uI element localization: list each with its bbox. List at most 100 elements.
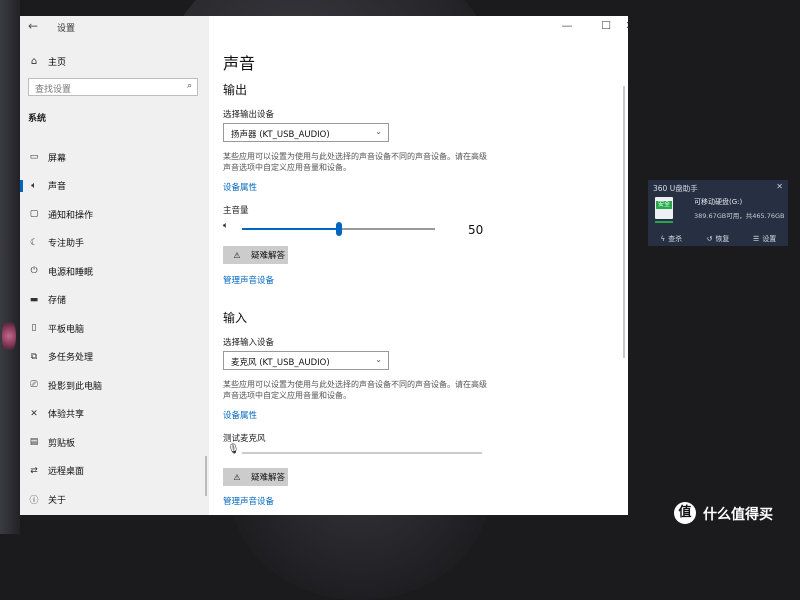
sidebar-item-label: 剪贴板 [48,438,76,449]
sidebar-nav: ▭ 屏幕 🔈︎ 声音 ▢ 通知和操作 ☾ 专注助手 ⏻ 电源和睡眠 ▬ 存储 ▯ 平板电脑 ⧉… [20,143,209,514]
clipboard-icon: ▤ [29,437,39,448]
window-title: 设置 [57,24,76,34]
drive-name: 可移动硬盘(G:) [694,198,743,206]
sidebar-item-label: 投影到此电脑 [48,381,103,392]
action-label: 查杀 [668,235,683,243]
volume-value: 50 [468,223,484,237]
chevron-down-icon: ⌄ [375,355,382,364]
restore-button[interactable]: ↺ 恢复 [695,232,742,246]
input-troubleshoot-button[interactable]: ⚠ 疑难解答 [223,468,288,486]
volume-slider-fill [242,228,339,230]
sidebar-item-projecting[interactable]: ⎚ 投影到此电脑 [20,371,209,400]
home-icon: ⌂ [30,55,38,67]
settings-window: ← 设置 ⌂ 主页 查找设置 ⌕ 系统 ▭ 屏幕 🔈︎ 声音 ▢ 通知和操作 ☾ 专注助… [20,16,628,515]
close-button[interactable]: ✕ [620,19,628,32]
sidebar-item-label: 专注助手 [48,239,85,250]
notification-icon: ▢ [29,209,39,220]
sidebar-item-label: 声音 [48,182,67,193]
input-device-label: 选择输入设备 [223,338,275,348]
sidebar-section-heading: 系统 [28,114,47,124]
info-icon: ⓘ [29,495,39,506]
speaker-icon[interactable]: 🔈︎ [223,221,228,231]
sidebar-item-label: 远程桌面 [48,467,85,478]
sidebar-item-label: 体验共享 [48,410,85,421]
lightning-icon: ϟ [660,235,666,243]
input-device-value: 麦克风 (KT_USB_AUDIO) [231,358,330,368]
input-heading: 输入 [223,311,248,325]
output-device-value: 扬声器 (KT_USB_AUDIO) [231,130,330,140]
settings-button[interactable]: ☰ 设置 [741,232,788,246]
output-manage-devices-link[interactable]: 管理声音设备 [223,274,274,286]
maximize-button[interactable]: ☐ [596,19,616,32]
sidebar-item-clipboard[interactable]: ▤ 剪贴板 [20,428,209,457]
safe-badge: 安全 [656,201,672,209]
tablet-icon: ▯ [31,323,37,334]
sidebar-item-label: 多任务处理 [48,353,94,364]
usb-helper-widget: 360 U盘助手 ✕ 安全 可移动硬盘(G:) 389.67GB可用，共465.… [648,180,788,246]
sidebar-scrollbar[interactable] [205,456,207,496]
remote-desktop-icon: ⇄ [30,465,38,476]
sidebar-item-label: 电源和睡眠 [48,267,94,278]
speaker-icon: 🔈︎ [31,180,37,191]
sidebar-item-label: 通知和操作 [48,210,94,221]
output-troubleshoot-button[interactable]: ⚠ 疑难解答 [223,246,288,264]
search-icon[interactable]: ⌕ [187,81,192,91]
widget-actions: ϟ 查杀 ↺ 恢复 ☰ 设置 [648,232,788,246]
sidebar-item-remote-desktop[interactable]: ⇄ 远程桌面 [20,457,209,486]
sidebar-item-about[interactable]: ⓘ 关于 [20,485,209,514]
drive-usage-bar [655,221,673,223]
microphone-level-meter [242,452,482,454]
main-scrollbar[interactable] [623,86,625,358]
action-label: 设置 [762,235,777,243]
input-device-select[interactable]: 麦克风 (KT_USB_AUDIO) ⌄ [223,351,389,370]
page-title: 声音 [223,54,256,73]
action-label: 恢复 [715,235,730,243]
sidebar-item-label: 关于 [48,495,67,506]
sidebar-item-display[interactable]: ▭ 屏幕 [20,143,209,172]
settings-icon: ☰ [753,235,760,243]
sidebar-item-power[interactable]: ⏻ 电源和睡眠 [20,257,209,286]
output-device-label: 选择输出设备 [223,110,275,120]
output-heading: 输出 [223,83,248,97]
storage-icon: ▬ [29,294,39,305]
shared-experiences-icon: ✕ [30,408,38,419]
watermark-logo: 值 [674,502,696,524]
volume-slider-thumb[interactable] [335,222,342,236]
back-arrow-icon[interactable]: ← [28,19,38,33]
sidebar-item-storage[interactable]: ▬ 存储 [20,286,209,315]
sidebar-item-tablet[interactable]: ▯ 平板电脑 [20,314,209,343]
output-description: 某些应用可以设置为使用与此处选择的声音设备不同的声音设备。请在高级声音选项中自定… [223,152,487,172]
settings-sidebar: ← 设置 ⌂ 主页 查找设置 ⌕ 系统 ▭ 屏幕 🔈︎ 声音 ▢ 通知和操作 ☾ 专注助… [20,16,209,515]
chevron-down-icon: ⌄ [375,127,382,136]
input-description: 某些应用可以设置为使用与此处选择的声音设备不同的声音设备。请在高级声音选项中自定… [223,380,487,400]
warning-icon: ⚠ [233,472,241,482]
search-input[interactable]: 查找设置 ⌕ [28,78,198,96]
minimize-button[interactable]: — [557,19,577,32]
close-icon[interactable]: ✕ [776,182,783,191]
focus-assist-icon: ☾ [29,237,39,248]
test-microphone-label: 测试麦克风 [223,434,266,444]
scan-button[interactable]: ϟ 查杀 [648,232,695,246]
input-manage-devices-link[interactable]: 管理声音设备 [223,495,274,507]
sidebar-item-sound[interactable]: 🔈︎ 声音 [20,172,209,201]
watermark-text: 什么值得买 [703,507,773,523]
projecting-icon: ⎚ [30,380,38,391]
output-device-properties-link[interactable]: 设备属性 [223,181,257,193]
master-volume-slider[interactable] [242,222,435,236]
output-device-select[interactable]: 扬声器 (KT_USB_AUDIO) ⌄ [223,123,389,142]
sidebar-item-notifications[interactable]: ▢ 通知和操作 [20,200,209,229]
input-device-properties-link[interactable]: 设备属性 [223,409,257,421]
sidebar-item-label: 存储 [48,296,67,307]
restore-icon: ↺ [706,235,713,243]
troubleshoot-label: 疑难解答 [251,473,286,483]
desktop-decoration [2,318,16,354]
drive-space: 389.67GB可用，共465.76GB [694,212,785,220]
sidebar-item-focus-assist[interactable]: ☾ 专注助手 [20,229,209,258]
troubleshoot-label: 疑难解答 [251,251,286,261]
widget-title: 360 U盘助手 [653,184,698,193]
sidebar-item-shared-experiences[interactable]: ✕ 体验共享 [20,400,209,429]
monitor-icon: ▭ [29,152,39,163]
microphone-icon: 🎙︎ [227,444,240,455]
sidebar-item-home[interactable]: ⌂ 主页 [28,53,66,69]
sidebar-item-multitasking[interactable]: ⧉ 多任务处理 [20,343,209,372]
